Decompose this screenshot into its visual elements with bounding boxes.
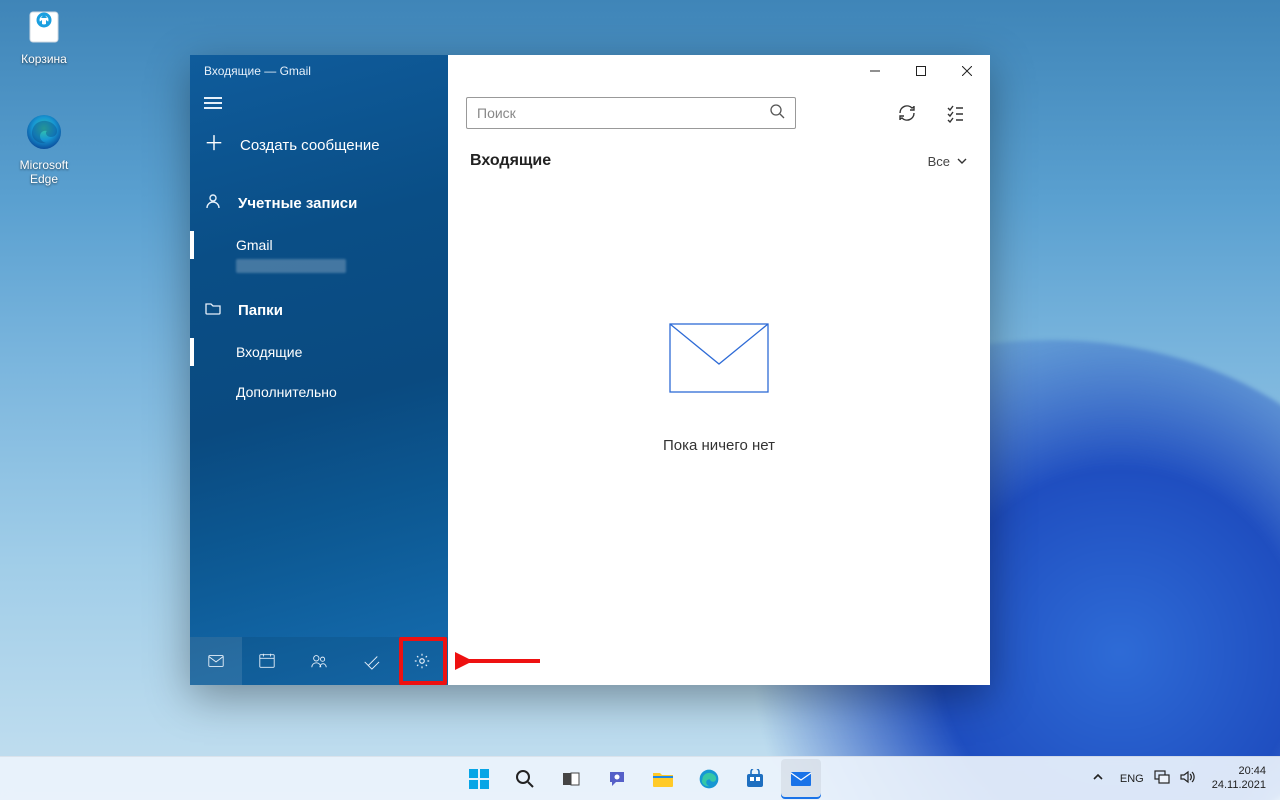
folder-item-label: Дополнительно bbox=[236, 384, 337, 400]
folder-item-more[interactable]: Дополнительно bbox=[190, 372, 448, 412]
desktop-icon-label: Корзина bbox=[8, 52, 80, 66]
compose-label: Создать сообщение bbox=[240, 137, 380, 154]
sidebar-mail-button[interactable] bbox=[190, 637, 242, 685]
account-item-label: Gmail bbox=[236, 237, 273, 253]
edge-icon bbox=[698, 768, 720, 790]
mail-toolbar bbox=[448, 87, 990, 139]
taskbar-tray: ENG 20:44 24.11.2021 bbox=[1086, 765, 1280, 793]
annotation-highlight-box bbox=[399, 637, 447, 685]
folder-item-label: Входящие bbox=[236, 344, 302, 360]
folders-header[interactable]: Папки bbox=[190, 288, 448, 332]
sync-button[interactable] bbox=[890, 96, 924, 130]
tray-network-button[interactable] bbox=[1154, 770, 1170, 787]
select-mode-button[interactable] bbox=[938, 96, 972, 130]
volume-icon bbox=[1180, 770, 1196, 784]
chat-icon bbox=[607, 769, 627, 789]
taskbar: ENG 20:44 24.11.2021 bbox=[0, 756, 1280, 800]
mail-icon bbox=[207, 652, 225, 670]
edge-icon bbox=[22, 110, 66, 154]
recycle-bin-icon bbox=[22, 4, 66, 48]
hamburger-button[interactable] bbox=[190, 87, 448, 121]
folder-icon bbox=[204, 301, 222, 319]
mail-sidebar: Входящие — Gmail ＋ Создать сообщение Уче… bbox=[190, 55, 448, 685]
filter-dropdown[interactable]: Все bbox=[928, 154, 968, 169]
sidebar-todo-button[interactable] bbox=[345, 637, 397, 685]
maximize-icon bbox=[916, 66, 926, 76]
search-icon bbox=[769, 103, 785, 124]
desktop-icon-edge[interactable]: Microsoft Edge bbox=[8, 110, 80, 186]
close-button[interactable] bbox=[944, 55, 990, 87]
windows-icon bbox=[468, 768, 490, 790]
taskbar-search-button[interactable] bbox=[505, 759, 545, 799]
taskbar-mail-button[interactable] bbox=[781, 759, 821, 799]
taskbar-store-button[interactable] bbox=[735, 759, 775, 799]
store-icon bbox=[745, 769, 765, 789]
envelope-icon bbox=[669, 323, 769, 393]
sidebar-calendar-button[interactable] bbox=[242, 637, 294, 685]
accounts-header[interactable]: Учетные записи bbox=[190, 181, 448, 225]
filter-label: Все bbox=[928, 154, 950, 169]
window-controls bbox=[448, 55, 990, 87]
list-header: Входящие Все bbox=[448, 139, 990, 183]
close-icon bbox=[962, 66, 972, 76]
folder-item-inbox[interactable]: Входящие bbox=[190, 332, 448, 372]
plus-icon: ＋ bbox=[204, 134, 224, 154]
search-icon bbox=[515, 769, 535, 789]
annotation-arrow bbox=[455, 648, 545, 674]
search-input[interactable] bbox=[477, 105, 769, 121]
accounts-header-label: Учетные записи bbox=[238, 195, 357, 212]
explorer-icon bbox=[652, 769, 674, 789]
desktop-icon-recycle-bin[interactable]: Корзина bbox=[8, 4, 80, 66]
sync-icon bbox=[897, 103, 917, 123]
checklist-icon bbox=[945, 103, 965, 123]
window-title: Входящие — Gmail bbox=[190, 55, 448, 87]
taskbar-chat-button[interactable] bbox=[597, 759, 637, 799]
minimize-icon bbox=[870, 66, 880, 76]
taskbar-explorer-button[interactable] bbox=[643, 759, 683, 799]
network-icon bbox=[1154, 770, 1170, 784]
people-icon bbox=[310, 652, 328, 670]
hamburger-icon bbox=[204, 97, 222, 109]
chevron-up-icon bbox=[1092, 771, 1104, 783]
tray-clock[interactable]: 20:44 24.11.2021 bbox=[1206, 765, 1272, 793]
tray-language[interactable]: ENG bbox=[1120, 773, 1144, 785]
taskbar-taskview-button[interactable] bbox=[551, 759, 591, 799]
maximize-button[interactable] bbox=[898, 55, 944, 87]
taskview-icon bbox=[561, 769, 581, 789]
tray-overflow-button[interactable] bbox=[1086, 771, 1110, 786]
chevron-down-icon bbox=[956, 155, 968, 167]
sidebar-people-button[interactable] bbox=[293, 637, 345, 685]
list-header-title: Входящие bbox=[470, 152, 551, 170]
tray-volume-button[interactable] bbox=[1180, 770, 1196, 787]
compose-button[interactable]: ＋ Создать сообщение bbox=[190, 121, 448, 169]
mail-window: Входящие — Gmail ＋ Создать сообщение Уче… bbox=[190, 55, 990, 685]
mail-icon bbox=[790, 769, 812, 789]
account-email-redacted bbox=[190, 259, 448, 276]
taskbar-center bbox=[459, 759, 821, 799]
person-icon bbox=[204, 193, 222, 213]
taskbar-start-button[interactable] bbox=[459, 759, 499, 799]
search-box[interactable] bbox=[466, 97, 796, 129]
todo-icon bbox=[362, 652, 380, 670]
folders-header-label: Папки bbox=[238, 302, 283, 319]
taskbar-edge-button[interactable] bbox=[689, 759, 729, 799]
empty-state: Пока ничего нет bbox=[448, 183, 990, 685]
calendar-icon bbox=[258, 652, 276, 670]
mail-main-pane: Входящие Все Пока ничего нет bbox=[448, 55, 990, 685]
tray-date: 24.11.2021 bbox=[1212, 779, 1266, 793]
minimize-button[interactable] bbox=[852, 55, 898, 87]
desktop-icon-label: Microsoft Edge bbox=[8, 158, 80, 186]
tray-time: 20:44 bbox=[1212, 765, 1266, 779]
empty-message: Пока ничего нет bbox=[663, 437, 775, 454]
